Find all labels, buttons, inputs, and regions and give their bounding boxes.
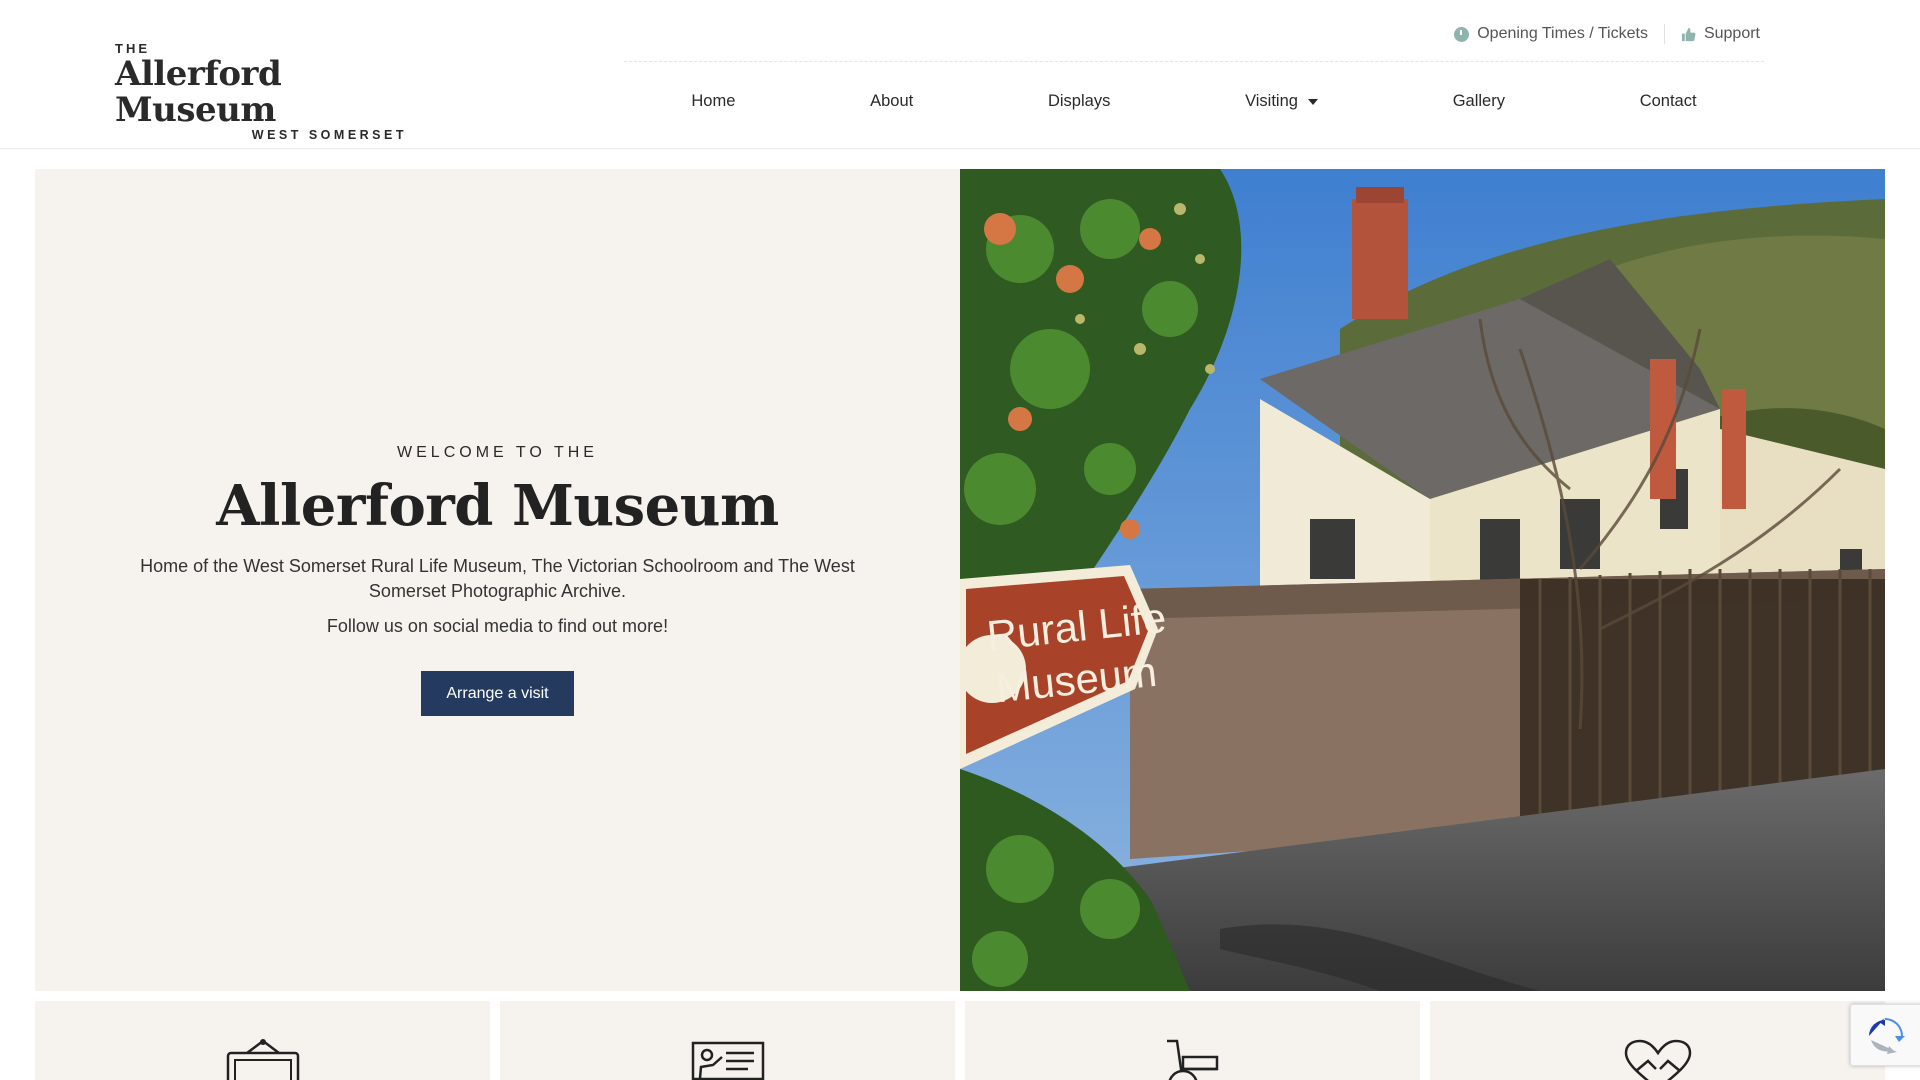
hero-eyebrow: WELCOME TO THE: [397, 444, 598, 461]
opening-times-label: Opening Times / Tickets: [1477, 25, 1648, 42]
feature-card-support[interactable]: [1430, 1001, 1885, 1080]
topbar-separator: [1663, 24, 1665, 44]
thumbs-up-icon: [1681, 27, 1696, 42]
feature-cards: [35, 1001, 1885, 1080]
nav-home[interactable]: Home: [681, 86, 745, 117]
chevron-down-icon: [1307, 99, 1318, 105]
hero-text-panel: WELCOME TO THE Allerford Museum Home of …: [35, 169, 960, 991]
logo-subtitle: WEST SOMERSET: [251, 128, 407, 142]
clock-icon: [1454, 26, 1470, 42]
hero-follow-text: Follow us on social media to find out mo…: [326, 616, 669, 636]
nav-gallery[interactable]: Gallery: [1443, 86, 1515, 117]
arrange-visit-button[interactable]: Arrange a visit: [421, 671, 574, 716]
heart-hands-icon: [1620, 1039, 1696, 1080]
nav-displays[interactable]: Displays: [1038, 86, 1120, 117]
site-header: THE Allerford Museum WEST SOMERSET Openi…: [0, 0, 1920, 149]
logo-name: Allerford Museum: [115, 54, 282, 130]
feature-card-accessibility[interactable]: [965, 1001, 1420, 1080]
nav-about-label: About: [870, 91, 914, 110]
nav-displays-label: Displays: [1047, 91, 1111, 110]
recaptcha-badge[interactable]: [1850, 1004, 1920, 1066]
nav-about[interactable]: About: [860, 86, 923, 117]
hero-description: Home of the West Somerset Rural Life Mus…: [140, 556, 855, 601]
main-nav: Home About Displays Visiting Gallery Con…: [624, 84, 1764, 118]
recaptcha-icon: [1869, 1018, 1905, 1054]
nav-divider: [624, 61, 1764, 62]
nav-visiting-label: Visiting: [1245, 91, 1298, 110]
support-label: Support: [1703, 25, 1760, 42]
presenter-board-icon: [690, 1039, 766, 1080]
feature-card-schoolroom[interactable]: [500, 1001, 955, 1080]
wheelchair-icon: [1155, 1039, 1231, 1080]
nav-contact-label: Contact: [1639, 91, 1697, 110]
nav-gallery-label: Gallery: [1452, 91, 1505, 110]
hero-content: WELCOME TO THE Allerford Museum Home of …: [35, 444, 960, 716]
nav-visiting[interactable]: Visiting: [1235, 86, 1328, 117]
support-link[interactable]: Support: [1681, 25, 1760, 43]
framed-picture-icon: [225, 1039, 301, 1080]
feature-card-displays[interactable]: [35, 1001, 490, 1080]
site-logo[interactable]: THE Allerford Museum WEST SOMERSET: [115, 42, 415, 143]
opening-times-link[interactable]: Opening Times / Tickets: [1454, 25, 1648, 43]
nav-contact[interactable]: Contact: [1630, 86, 1707, 117]
museum-photo: Rural Life Museum: [960, 169, 1885, 991]
hero-image: Rural Life Museum: [960, 169, 1885, 991]
top-utility-bar: Opening Times / Tickets Support: [1454, 22, 1760, 46]
hero-title: Allerford Museum: [216, 473, 779, 539]
nav-home-label: Home: [691, 91, 736, 110]
